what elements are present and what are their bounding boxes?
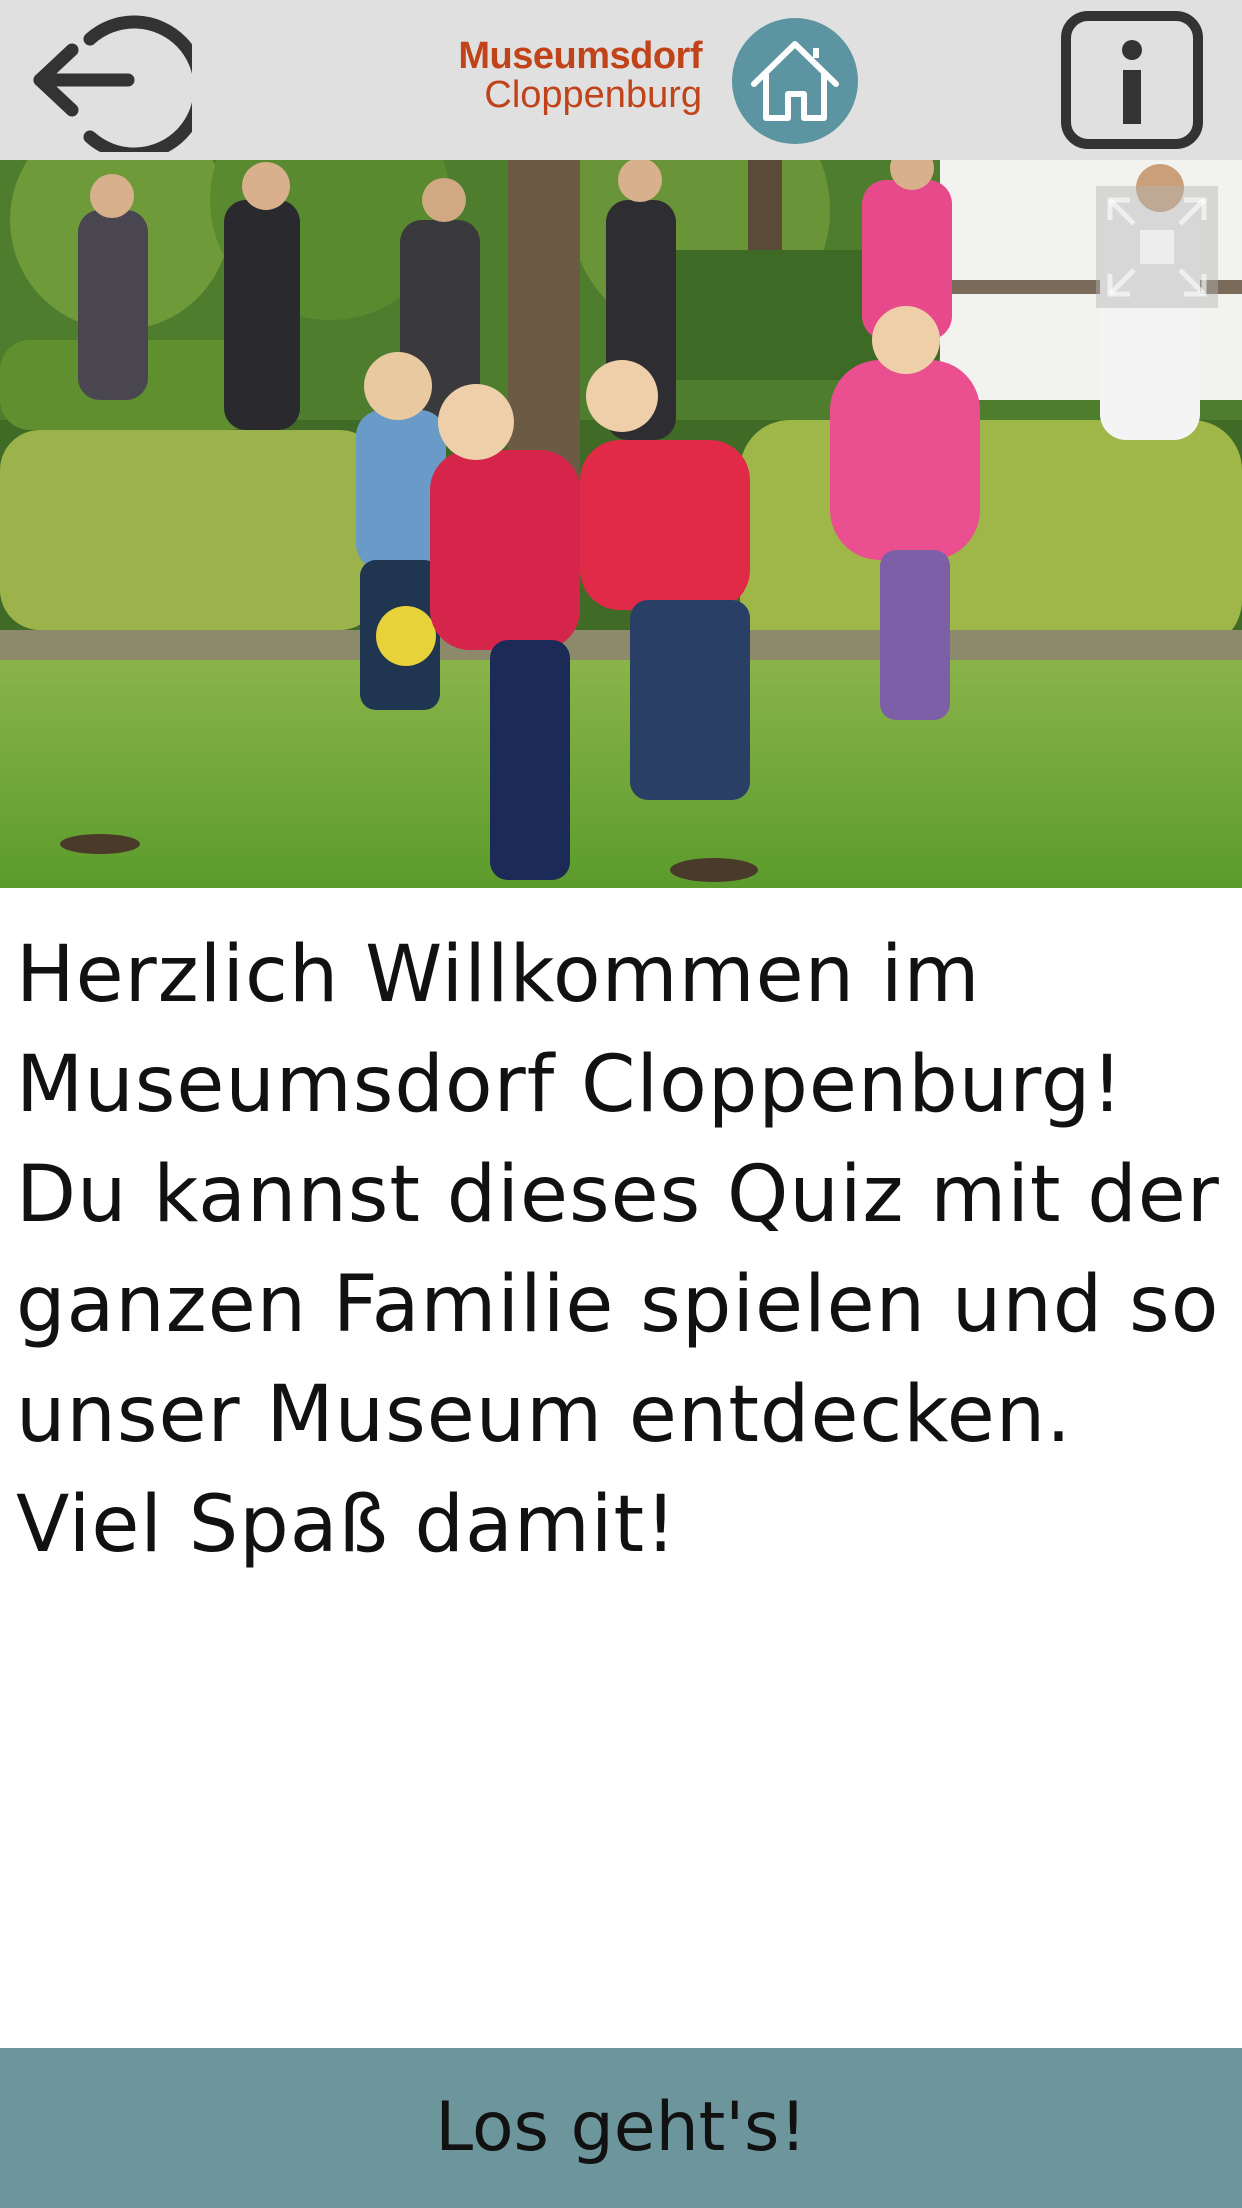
logout-arrow-icon — [33, 15, 207, 161]
info-button[interactable] — [1058, 8, 1206, 152]
back-button[interactable] — [28, 8, 207, 161]
fullscreen-icon — [1107, 197, 1207, 297]
fullscreen-button[interactable] — [1096, 186, 1218, 308]
info-icon — [1061, 11, 1203, 149]
start-button[interactable]: Los geht's! — [0, 2048, 1242, 2208]
logo-home-button[interactable]: Museumsdorf Cloppenburg — [430, 18, 860, 144]
park-photo — [0, 160, 1242, 888]
hero-image — [0, 160, 1242, 888]
welcome-text: Herzlich Willkommen im Museumsdorf Clopp… — [16, 930, 1220, 1570]
logo-text: Museumsdorf Cloppenburg — [430, 36, 702, 114]
logo-line2: Cloppenburg — [484, 74, 702, 116]
logo-line1: Museumsdorf — [458, 35, 702, 77]
top-bar: Museumsdorf Cloppenburg — [0, 0, 1242, 161]
house-icon — [732, 18, 858, 144]
